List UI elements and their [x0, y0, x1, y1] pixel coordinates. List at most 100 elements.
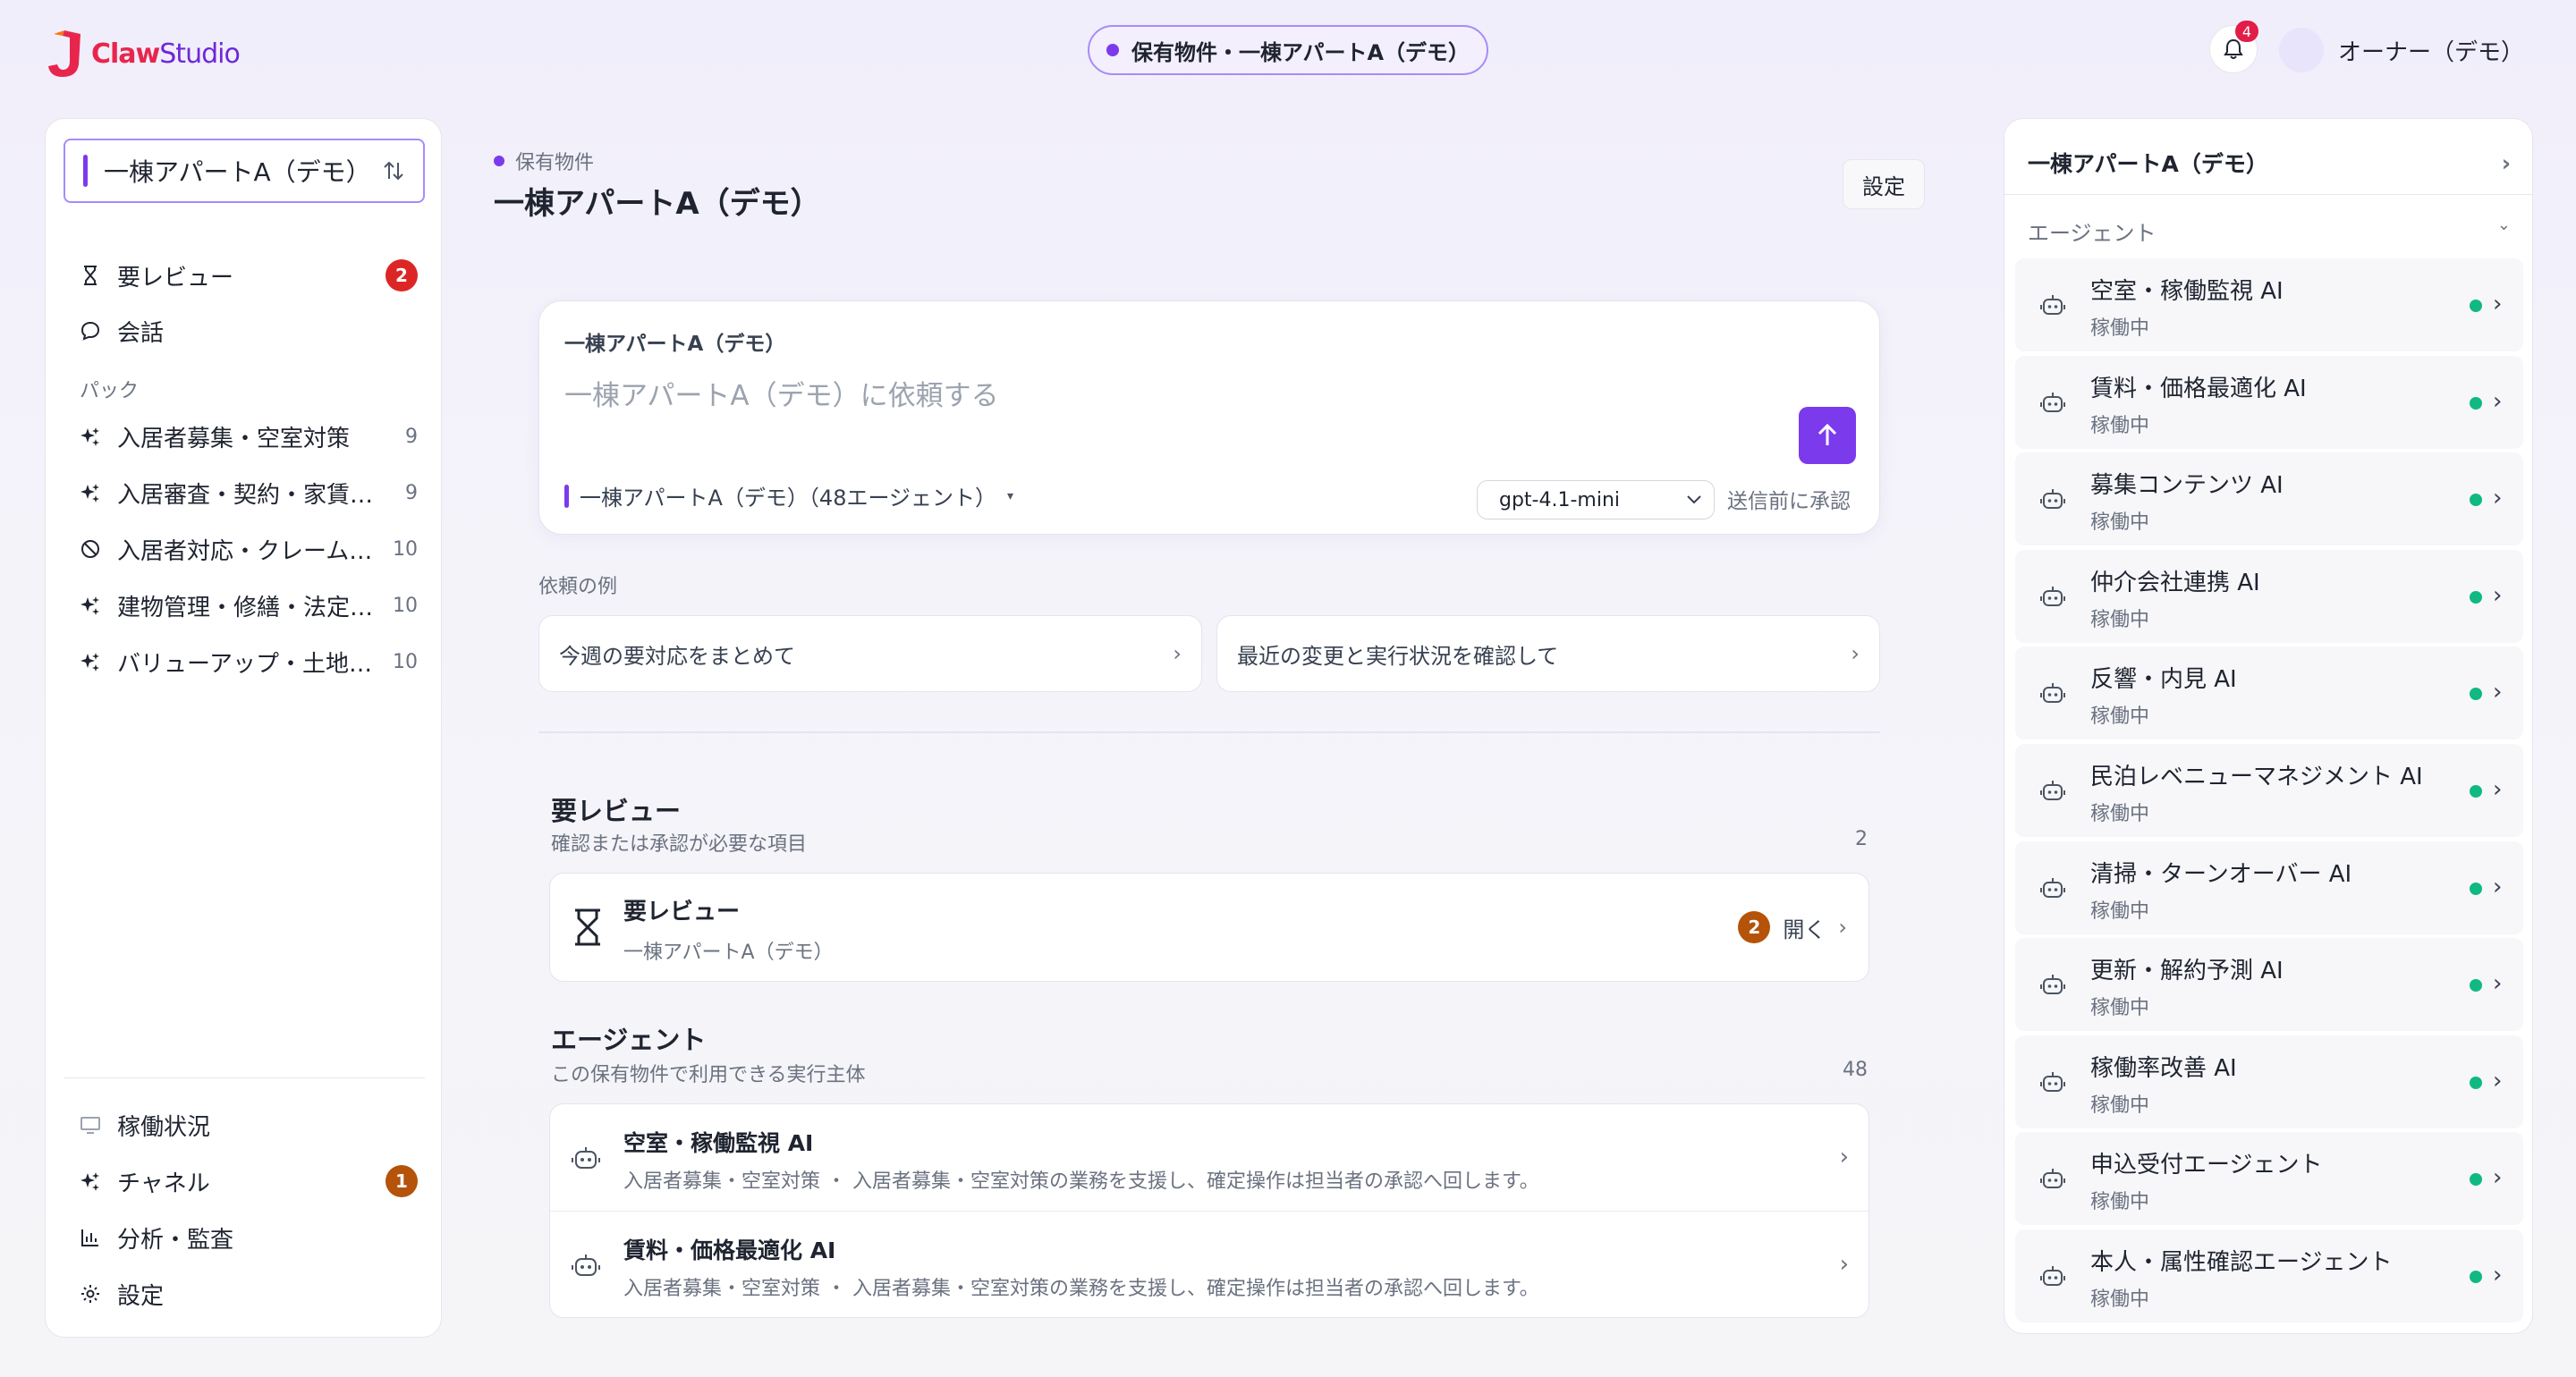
chevron-right-icon: › [2493, 1262, 2503, 1288]
bar-chart-icon [78, 1225, 103, 1250]
robot-icon [2040, 1266, 2065, 1286]
agent-status: 稼働中 [2090, 1094, 2150, 1117]
chevron-right-icon: › [2493, 291, 2503, 317]
sidebar-item-settings[interactable]: 設定 [78, 1273, 418, 1314]
right-panel-agent-item[interactable]: 本人・属性確認エージェント 稼働中 › [2015, 1229, 2523, 1322]
main-divider [538, 731, 1880, 733]
review-card[interactable]: 要レビュー 一棟アパートA（デモ） 2 開く › [549, 873, 1869, 982]
agent-status: 稼働中 [2090, 1288, 2150, 1311]
chevron-right-icon: › [2493, 485, 2503, 512]
right-panel-agent-item[interactable]: 募集コンテンツ AI 稼働中 › [2015, 452, 2523, 546]
examples-label: 依頼の例 [538, 576, 618, 598]
page-title: 一棟アパートA（デモ） [494, 186, 821, 222]
robot-icon [2040, 877, 2065, 898]
right-panel-agent-item[interactable]: 反響・内見 AI 稼働中 › [2015, 646, 2523, 740]
status-dot-icon [2470, 979, 2482, 993]
swap-vertical-icon [384, 161, 403, 181]
pack-count: 10 [393, 537, 418, 561]
agents-group-toggle[interactable]: エージェント ⌄ [2028, 215, 2511, 247]
review-section-count: 2 [1855, 828, 1868, 850]
agent-status: 稼働中 [2090, 803, 2150, 825]
right-panel-agent-item[interactable]: 清掃・ターンオーバー AI 稼働中 › [2015, 841, 2523, 934]
agent-name: 募集コンテンツ AI [2090, 472, 2284, 500]
scope-color-bar [564, 484, 569, 508]
sidebar-item-status[interactable]: 稼働状況 [78, 1104, 418, 1145]
app-logo[interactable]: ClawStudio [45, 27, 241, 80]
brand-name: ClawStudio [91, 38, 241, 70]
sidebar-item-label: 入居者対応・クレーム対応 [117, 537, 378, 565]
right-panel-agent-item[interactable]: 賃料・価格最適化 AI 稼働中 › [2015, 355, 2523, 449]
agent-scope-select[interactable]: 一棟アパートA（デモ）（48エージェント） ▾ [564, 480, 1013, 511]
agent-row[interactable]: 賃料・価格最適化 AI 入居者募集・空室対策 ・ 入居者募集・空室対策の業務を支… [550, 1212, 1868, 1317]
user-name: オーナー（デモ） [2338, 38, 2525, 66]
sparkle-icon [78, 480, 103, 505]
space-selector-label: 一棟アパートA（デモ） [104, 157, 371, 187]
agents-group-label: エージェント [2028, 221, 2157, 246]
context-pill[interactable]: 保有物件・一棟アパートA（デモ） [1088, 25, 1488, 75]
caret-down-icon: ▾ [1007, 488, 1014, 503]
settings-button[interactable]: 設定 [1843, 159, 1925, 209]
right-panel-agent-item[interactable]: 仲介会社連携 AI 稼働中 › [2015, 549, 2523, 643]
claw-logo-icon [48, 30, 80, 77]
sidebar-item-pack[interactable]: 入居審査・契約・家賃管理 9 [78, 472, 418, 513]
sidebar-item-pack[interactable]: 入居者対応・クレーム対応 10 [78, 528, 418, 570]
breadcrumb-label[interactable]: 保有物件 [515, 147, 594, 175]
right-panel-header[interactable]: 一棟アパートA（デモ） › [2028, 142, 2511, 183]
sidebar-item-label: 分析・監査 [117, 1226, 234, 1254]
agent-name: 更新・解約予測 AI [2090, 958, 2284, 985]
chevron-right-icon: › [2493, 873, 2503, 900]
robot-icon [2040, 295, 2065, 315]
right-panel-agent-item[interactable]: 更新・解約予測 AI 稼働中 › [2015, 938, 2523, 1032]
example-prompt[interactable]: 今週の要対応をまとめて › [538, 615, 1202, 692]
packs-section-label: パック [80, 380, 140, 402]
status-dot-icon [2470, 785, 2482, 798]
sidebar-item-conversations[interactable]: 会話 [78, 310, 418, 351]
chevron-down-icon [1687, 495, 1701, 504]
space-selector[interactable]: 一棟アパートA（デモ） [64, 139, 425, 203]
review-section-subtitle: 確認または承認が必要な項目 [551, 833, 808, 856]
chevron-right-icon: › [1173, 641, 1182, 666]
agent-row[interactable]: 空室・稼働監視 AI 入居者募集・空室対策 ・ 入居者募集・空室対策の業務を支援… [550, 1104, 1868, 1212]
right-panel-agent-item[interactable]: 申込受付エージェント 稼働中 › [2015, 1132, 2523, 1226]
status-dot-icon [2470, 1076, 2482, 1089]
sidebar-item-label: チャネル [117, 1170, 210, 1197]
hourglass-icon [575, 908, 600, 946]
agent-status: 稼働中 [2090, 608, 2150, 631]
agent-name: 仲介会社連携 AI [2090, 569, 2260, 596]
sidebar-item-review[interactable]: 要レビュー 2 [78, 255, 418, 296]
notifications-button[interactable]: 4 [2209, 21, 2258, 73]
sidebar-item-label: 建物管理・修繕・法定点検 [117, 594, 378, 621]
robot-icon [2040, 683, 2065, 704]
sidebar-item-pack[interactable]: 建物管理・修繕・法定点検 10 [78, 585, 418, 626]
review-card-actions: 2 開く › [1738, 911, 1847, 943]
robot-icon [2040, 392, 2065, 412]
example-prompt[interactable]: 最近の変更と実行状況を確認して › [1216, 615, 1880, 692]
chevron-right-icon: › [2493, 1067, 2503, 1094]
approve-before-send-toggle[interactable]: 送信前に承認 [1727, 484, 1851, 514]
sidebar-item-pack[interactable]: バリューアップ・土地活用 10 [78, 641, 418, 682]
open-link[interactable]: 開く [1783, 912, 1826, 943]
right-panel-agent-item[interactable]: 空室・稼働監視 AI 稼働中 › [2015, 258, 2523, 351]
chat-bubble-icon [78, 318, 103, 343]
request-input[interactable]: 一棟アパートA（デモ）に依頼する [564, 373, 999, 413]
sidebar-item-pack[interactable]: 入居者募集・空室対策 9 [78, 416, 418, 457]
status-dot-icon [2470, 688, 2482, 701]
sidebar-item-channels[interactable]: チャネル 1 [78, 1161, 418, 1202]
status-dot-icon [2470, 1173, 2482, 1187]
agents-section-title: エージェント [551, 1025, 707, 1055]
robot-icon [2040, 489, 2065, 510]
sidebar-item-analytics[interactable]: 分析・監査 [78, 1217, 418, 1258]
scope-label: 一棟アパートA（デモ）（48エージェント） [580, 486, 996, 511]
review-card-title: 要レビュー [623, 899, 741, 925]
user-menu[interactable]: オーナー（デモ） [2279, 27, 2524, 73]
chevron-right-icon: › [2493, 1164, 2503, 1192]
robot-icon [2040, 781, 2065, 800]
send-button[interactable] [1799, 407, 1856, 464]
sparkle-icon [78, 593, 103, 618]
status-dot-icon [2470, 590, 2482, 604]
right-panel-agent-item[interactable]: 稼働率改善 AI 稼働中 › [2015, 1035, 2523, 1128]
model-select[interactable]: gpt-4.1-mini [1477, 480, 1715, 520]
agents-section-subtitle: この保有物件で利用できる実行主体 [551, 1064, 866, 1086]
agent-status: 稼働中 [2090, 511, 2150, 535]
right-panel-agent-item[interactable]: 民泊レベニューマネジメント AI 稼働中 › [2015, 744, 2523, 837]
